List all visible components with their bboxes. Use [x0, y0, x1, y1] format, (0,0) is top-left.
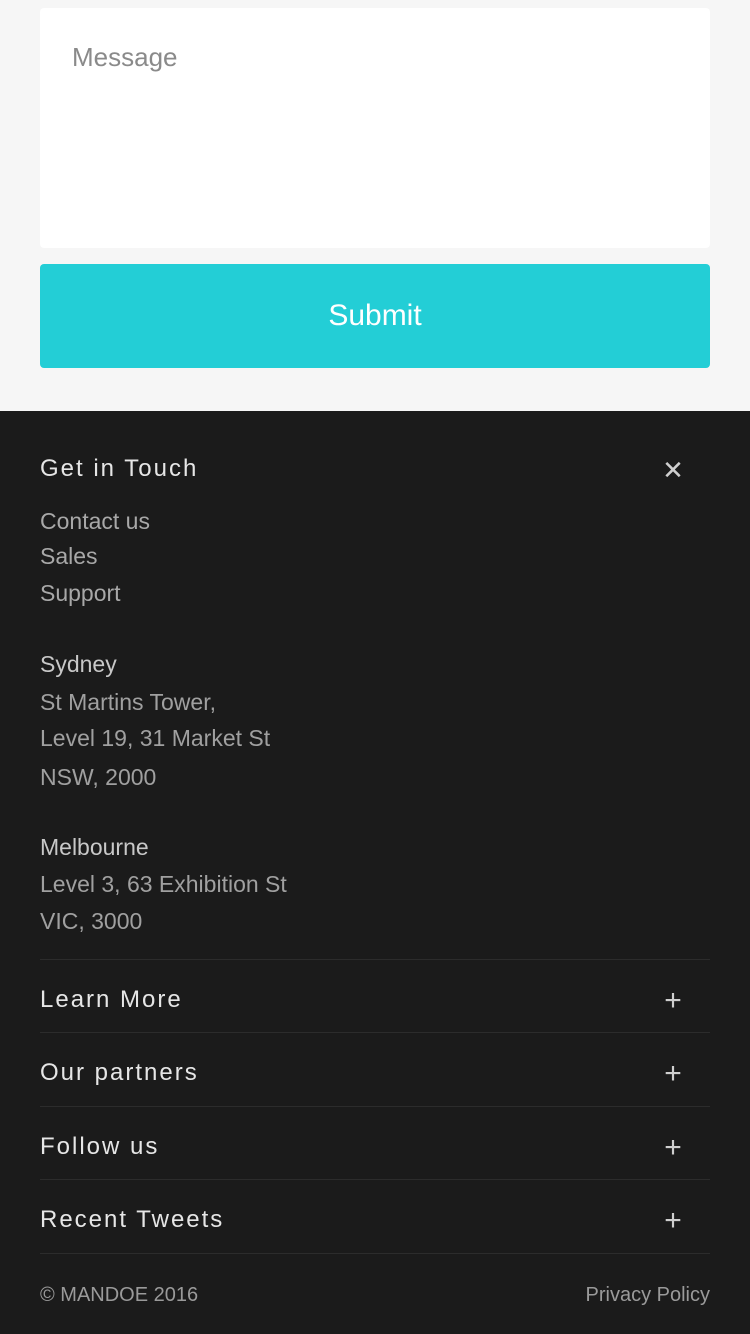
message-input[interactable] [40, 8, 710, 248]
our-partners-header[interactable]: Our partners + [40, 1059, 710, 1099]
office-address-line: VIC, 3000 [40, 908, 143, 934]
office-address-line: NSW, 2000 [40, 764, 157, 790]
privacy-policy-link[interactable]: Privacy Policy [586, 1284, 710, 1307]
submit-button[interactable]: Submit [40, 264, 710, 368]
plus-icon[interactable]: + [658, 1206, 688, 1236]
divider [40, 1253, 710, 1254]
follow-us-header[interactable]: Follow us + [40, 1133, 710, 1173]
office-address-line: Level 19, 31 Market St [40, 725, 271, 751]
office-name-sydney: Sydney [40, 651, 117, 677]
divider [40, 959, 710, 960]
divider [40, 1179, 710, 1180]
divider [40, 1032, 710, 1033]
recent-tweets-header[interactable]: Recent Tweets + [40, 1206, 710, 1246]
get-in-touch-title: Get in Touch [40, 455, 199, 482]
contact-form: Submit [0, 0, 750, 411]
office-address-line: St Martins Tower, [40, 689, 216, 715]
learn-more-title: Learn More [40, 986, 183, 1013]
plus-icon[interactable]: + [658, 1059, 688, 1089]
plus-icon[interactable]: + [658, 1133, 688, 1163]
support-link[interactable]: Support [40, 580, 121, 607]
divider [40, 1106, 710, 1107]
plus-icon[interactable]: + [658, 986, 688, 1016]
sales-link[interactable]: Sales [40, 543, 98, 570]
close-icon[interactable]: ✕ [658, 455, 688, 485]
contact-us-link[interactable]: Contact us [40, 508, 150, 535]
office-address-line: Level 3, 63 Exhibition St [40, 871, 287, 897]
copyright-text: © MANDOE 2016 [40, 1284, 199, 1306]
follow-us-title: Follow us [40, 1133, 160, 1160]
learn-more-header[interactable]: Learn More + [40, 986, 710, 1026]
get-in-touch-header[interactable]: Get in Touch ✕ [40, 455, 710, 495]
our-partners-title: Our partners [40, 1059, 199, 1086]
office-name-melbourne: Melbourne [40, 834, 149, 860]
recent-tweets-title: Recent Tweets [40, 1206, 225, 1233]
footer: Get in Touch ✕ Contact us Sales Support … [0, 411, 750, 1334]
